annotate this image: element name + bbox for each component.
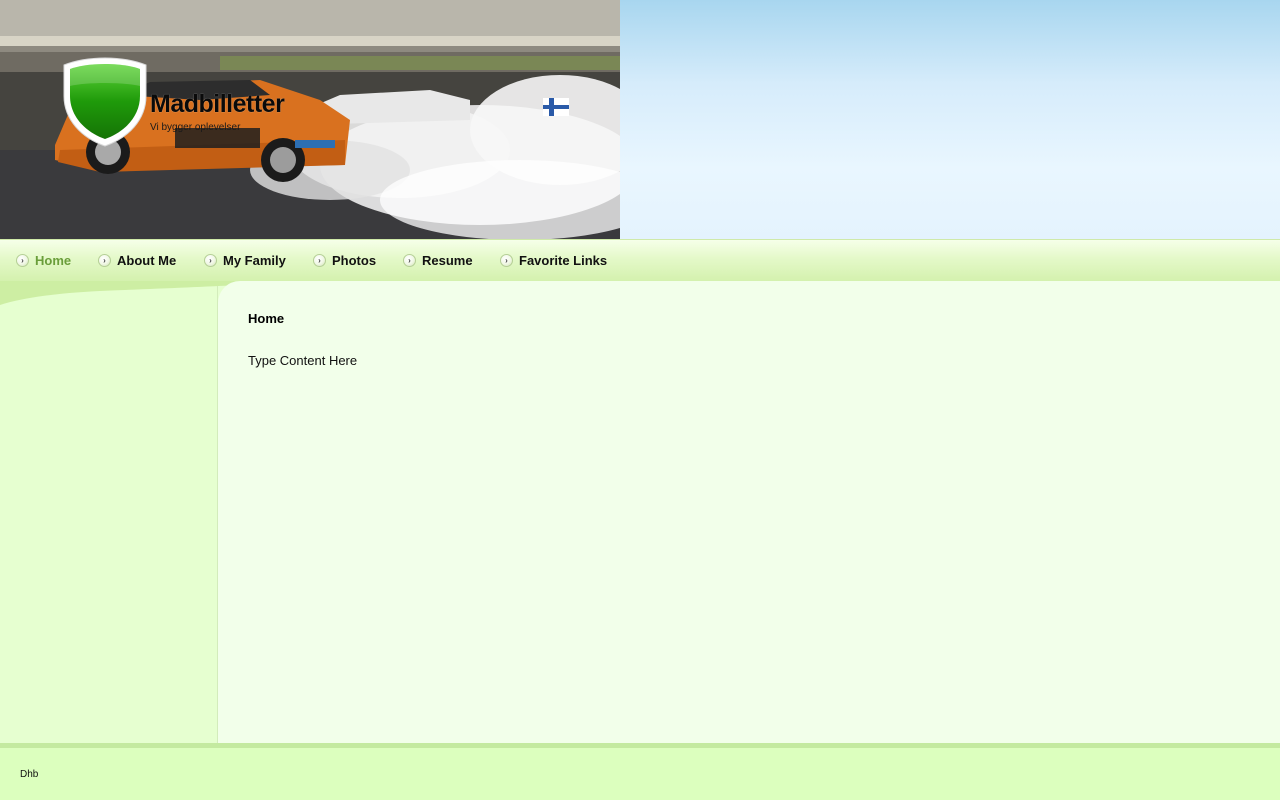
arrow-circle-icon: ›	[204, 254, 217, 267]
sidebar	[0, 281, 218, 744]
footer-text: Dhb	[20, 769, 39, 780]
arrow-circle-icon: ›	[313, 254, 326, 267]
nav-item-label: Resume	[422, 253, 473, 268]
content-body: Type Content Here	[248, 353, 358, 368]
footer: Dhb	[0, 748, 1280, 800]
sidebar-curve-decoration	[0, 281, 240, 305]
header-sky-banner	[620, 0, 1280, 240]
shield-icon	[63, 57, 147, 147]
nav-item-home[interactable]: › Home	[16, 240, 71, 281]
main-nav: › Home › About Me › My Family › Photos ›…	[0, 239, 1280, 281]
site-tagline: Vi bygger oplevelser	[150, 122, 241, 133]
page-title: Home	[248, 311, 285, 326]
nav-item-label: About Me	[117, 253, 177, 268]
arrow-circle-icon: ›	[16, 254, 29, 267]
header: Madbilletter Vi bygger oplevelser	[0, 0, 1280, 240]
nav-item-about-me[interactable]: › About Me	[98, 240, 176, 281]
main-content: Home Type Content Here	[218, 281, 1280, 744]
nav-item-photos[interactable]: › Photos	[313, 240, 376, 281]
arrow-circle-icon: ›	[403, 254, 416, 267]
arrow-circle-icon: ›	[500, 254, 513, 267]
nav-item-my-family[interactable]: › My Family	[204, 240, 286, 281]
nav-item-label: Photos	[332, 253, 377, 268]
nav-item-label: Favorite Links	[519, 253, 608, 268]
nav-item-label: Home	[35, 253, 72, 268]
nav-item-resume[interactable]: › Resume	[403, 240, 473, 281]
site-title[interactable]: Madbilletter	[150, 90, 285, 119]
arrow-circle-icon: ›	[98, 254, 111, 267]
nav-item-favorite-links[interactable]: › Favorite Links	[500, 240, 607, 281]
nav-item-label: My Family	[223, 253, 286, 268]
